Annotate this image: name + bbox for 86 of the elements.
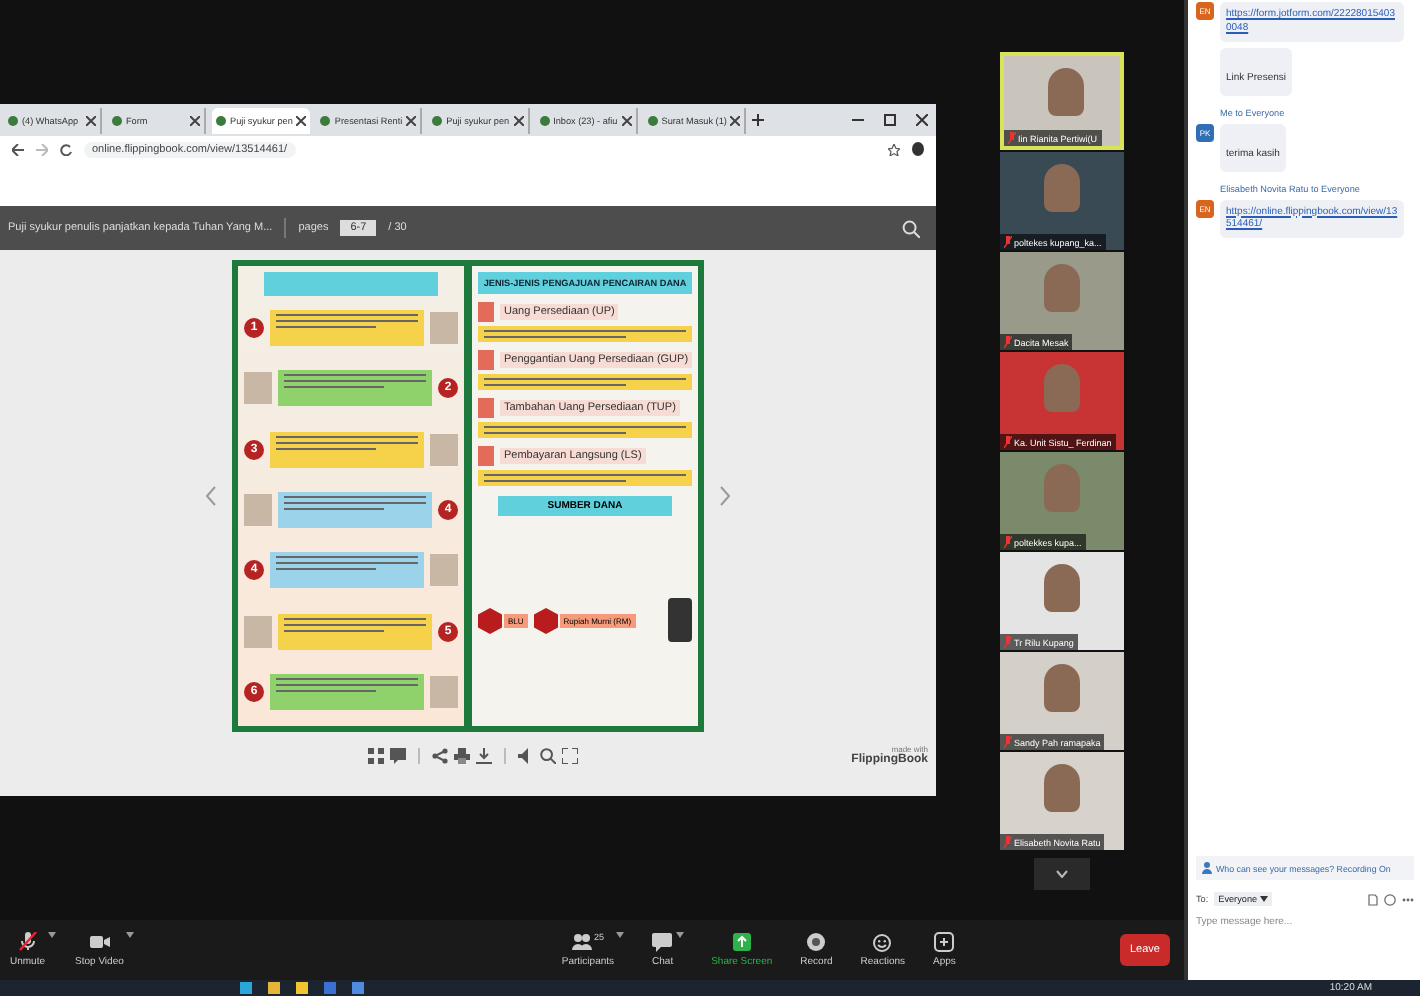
grid-icon[interactable] (368, 747, 384, 763)
people-icon (571, 932, 592, 952)
illustration (244, 615, 272, 648)
star-icon[interactable] (888, 143, 900, 155)
illustration (244, 372, 272, 405)
favicon-icon (112, 115, 122, 125)
close-icon[interactable] (621, 115, 632, 125)
search-icon[interactable] (902, 219, 920, 237)
caret-icon (1259, 896, 1268, 902)
fullscreen-icon[interactable] (562, 747, 578, 763)
section-marker (478, 302, 494, 322)
illegible-text-lines (276, 677, 418, 692)
muted-microphone-icon (17, 932, 38, 952)
share-icon[interactable] (432, 747, 448, 763)
illustration (244, 493, 272, 526)
caret-icon[interactable] (125, 932, 134, 938)
illustration (430, 433, 458, 466)
video-placeholder (1044, 464, 1080, 512)
close-icon[interactable] (86, 115, 96, 125)
speaker-icon[interactable] (518, 747, 534, 763)
close-icon[interactable] (296, 115, 307, 125)
muted-mic-icon (1004, 736, 1012, 748)
section-marker (478, 398, 494, 418)
illegible-text-lines (284, 495, 426, 510)
close-icon[interactable] (406, 115, 417, 125)
illustration (430, 675, 458, 708)
favicon-icon (320, 115, 331, 125)
close-icon[interactable] (730, 115, 741, 125)
hexagon-icon (478, 607, 502, 633)
speech-bubble-icon (652, 932, 673, 952)
favicon-icon (432, 115, 443, 125)
illustration (430, 554, 458, 587)
file-icon[interactable] (1368, 893, 1378, 905)
apps-icon (934, 932, 955, 952)
profile-icon[interactable] (912, 142, 924, 156)
illegible-text-lines (276, 435, 418, 450)
video-placeholder (1044, 364, 1080, 412)
close-icon[interactable] (513, 115, 524, 125)
muted-mic-icon (1004, 536, 1012, 548)
reload-icon[interactable] (60, 143, 72, 155)
screenshot-icon[interactable] (1384, 893, 1396, 905)
video-placeholder (1048, 68, 1084, 116)
smiley-icon (872, 932, 893, 952)
video-placeholder (1044, 164, 1080, 212)
download-icon[interactable] (476, 747, 492, 763)
video-placeholder (1044, 664, 1080, 712)
illegible-text-lines (276, 556, 418, 571)
new-tab-icon[interactable] (752, 114, 765, 126)
minimize-icon[interactable] (852, 114, 864, 126)
print-icon[interactable] (454, 747, 470, 763)
video-camera-icon (89, 932, 110, 952)
caret-icon[interactable] (675, 932, 684, 938)
video-placeholder (1044, 764, 1080, 812)
section-marker (478, 350, 494, 370)
favicon-icon (647, 115, 658, 125)
caret-icon[interactable] (47, 932, 56, 938)
illegible-text-lines (284, 374, 426, 389)
comment-icon[interactable] (390, 747, 406, 763)
illustration (430, 312, 458, 345)
scroll-down-button[interactable] (1034, 858, 1090, 890)
video-placeholder (1044, 564, 1080, 612)
caret-icon[interactable] (616, 932, 625, 938)
muted-mic-icon (1004, 436, 1012, 448)
illegible-text-lines (276, 314, 418, 329)
favicon-icon (8, 115, 18, 125)
muted-mic-icon (1004, 836, 1012, 848)
phone-illustration (668, 598, 692, 642)
share-screen-icon (731, 932, 752, 952)
muted-mic-icon (1004, 236, 1012, 248)
record-icon (806, 932, 827, 952)
close-icon[interactable] (916, 114, 928, 126)
zoom-icon[interactable] (540, 747, 556, 763)
hexagon-icon (533, 607, 558, 633)
favicon-icon (539, 115, 550, 125)
muted-mic-icon (1008, 132, 1016, 144)
favicon-icon (216, 115, 226, 125)
muted-mic-icon (1004, 636, 1012, 648)
maximize-icon[interactable] (884, 114, 896, 126)
chevron-down-icon (1056, 870, 1068, 878)
section-marker (478, 446, 494, 466)
video-placeholder (1044, 264, 1080, 312)
illegible-text-lines (284, 617, 426, 632)
back-icon[interactable] (12, 143, 24, 155)
person-icon (1202, 862, 1212, 874)
muted-mic-icon (1004, 336, 1012, 348)
close-icon[interactable] (190, 115, 200, 125)
